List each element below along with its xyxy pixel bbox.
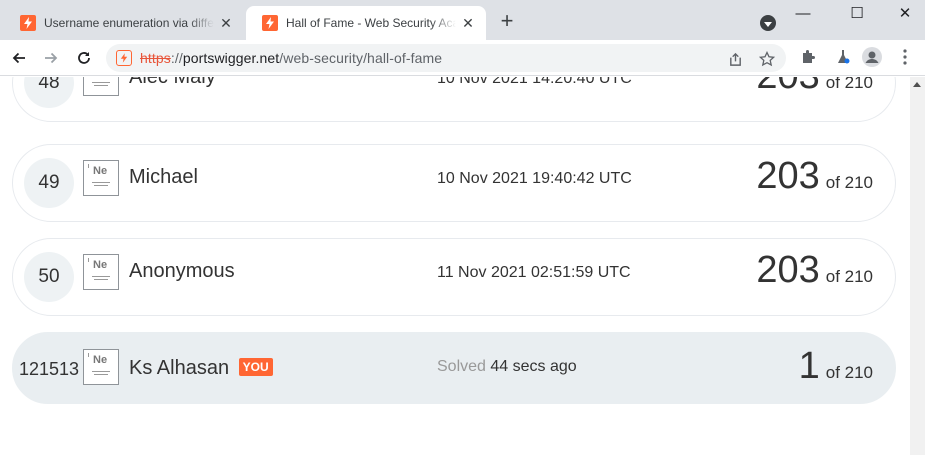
- rank-badge: 48: [24, 77, 74, 108]
- score-total: of 210: [825, 267, 873, 286]
- share-icon[interactable]: [726, 50, 744, 68]
- minimize-button[interactable]: —: [790, 4, 816, 22]
- tab-username-enumeration[interactable]: Username enumeration via differ ✕: [4, 6, 244, 40]
- labs-icon[interactable]: [833, 47, 853, 67]
- vertical-scrollbar[interactable]: [910, 77, 925, 455]
- solved-timestamp: 10 Nov 2021 14:20:40 UTC: [437, 77, 632, 87]
- score: 203 of 210: [756, 249, 873, 292]
- leaderboard-row: 49 Ne Michael 10 Nov 2021 19:40:42 UTC 2…: [12, 144, 896, 222]
- score-value: 203: [756, 77, 819, 98]
- tab-strip: Username enumeration via differ ✕ Hall o…: [0, 0, 925, 40]
- profile-icon[interactable]: [862, 47, 882, 67]
- score-value: 203: [756, 249, 820, 291]
- tab-search-button[interactable]: [760, 15, 776, 31]
- user-name: Michael: [129, 166, 198, 188]
- forward-icon[interactable]: [40, 47, 62, 69]
- address-bar[interactable]: https://portswigger.net/web-security/hal…: [106, 44, 786, 72]
- browser-toolbar: https://portswigger.net/web-security/hal…: [0, 40, 925, 76]
- new-tab-button[interactable]: +: [496, 10, 518, 33]
- leaderboard-row: 50 Ne Anonymous 11 Nov 2021 02:51:59 UTC…: [12, 238, 896, 316]
- star-icon[interactable]: [758, 50, 776, 68]
- user-name: Alec Maly: [129, 77, 216, 88]
- portswigger-icon: [20, 15, 36, 31]
- extensions-icon[interactable]: [798, 47, 818, 67]
- score-total: of 210: [825, 173, 873, 192]
- portswigger-icon: [262, 15, 278, 31]
- rank-badge: 49: [24, 158, 74, 208]
- avatar: Ne: [83, 254, 119, 290]
- menu-icon[interactable]: [895, 47, 915, 67]
- user-name: Anonymous: [129, 260, 235, 282]
- maximize-button[interactable]: ☐: [844, 4, 870, 22]
- hall-of-fame-page: 48 Ne Alec Maly 10 Nov 2021 14:20:40 UTC…: [0, 77, 910, 455]
- score-total: of 210: [825, 363, 873, 382]
- rank-badge: 50: [24, 252, 74, 302]
- avatar: Ne: [83, 160, 119, 196]
- score-value: 1: [798, 345, 820, 387]
- url-text: https://portswigger.net/web-security/hal…: [140, 50, 443, 66]
- window-close-button[interactable]: ✕: [892, 4, 918, 22]
- avatar: Ne: [83, 349, 119, 385]
- tab-hall-of-fame[interactable]: Hall of Fame - Web Security Acad ✕: [246, 6, 486, 40]
- user-name: Ks Alhasan YOU: [129, 357, 273, 380]
- close-icon[interactable]: ✕: [460, 15, 476, 31]
- you-badge: YOU: [238, 358, 273, 376]
- score-total: of 210: [825, 77, 873, 92]
- avatar: Ne: [83, 77, 119, 96]
- back-icon[interactable]: [8, 47, 30, 69]
- tab-title: Username enumeration via differ: [44, 16, 214, 30]
- score: 1 of 210: [799, 345, 873, 388]
- current-user-row: 121513 Ne Ks Alhasan YOU Solved 44 secs …: [12, 332, 896, 404]
- score-value: 203: [756, 155, 820, 197]
- portswigger-icon: [116, 50, 132, 66]
- solved-timestamp: 11 Nov 2021 02:51:59 UTC: [437, 264, 631, 281]
- solved-timestamp: 10 Nov 2021 19:40:42 UTC: [437, 170, 632, 187]
- scroll-up-icon[interactable]: [913, 82, 921, 87]
- close-icon[interactable]: ✕: [218, 15, 234, 31]
- tab-title: Hall of Fame - Web Security Acad: [286, 16, 456, 30]
- leaderboard-row: 48 Ne Alec Maly 10 Nov 2021 14:20:40 UTC…: [12, 77, 896, 122]
- rank-badge: 121513: [18, 358, 80, 379]
- reload-icon[interactable]: [73, 47, 95, 69]
- score: 203 of 210: [756, 77, 873, 98]
- score: 203 of 210: [756, 155, 873, 198]
- solved-status: Solved 44 secs ago: [437, 358, 577, 375]
